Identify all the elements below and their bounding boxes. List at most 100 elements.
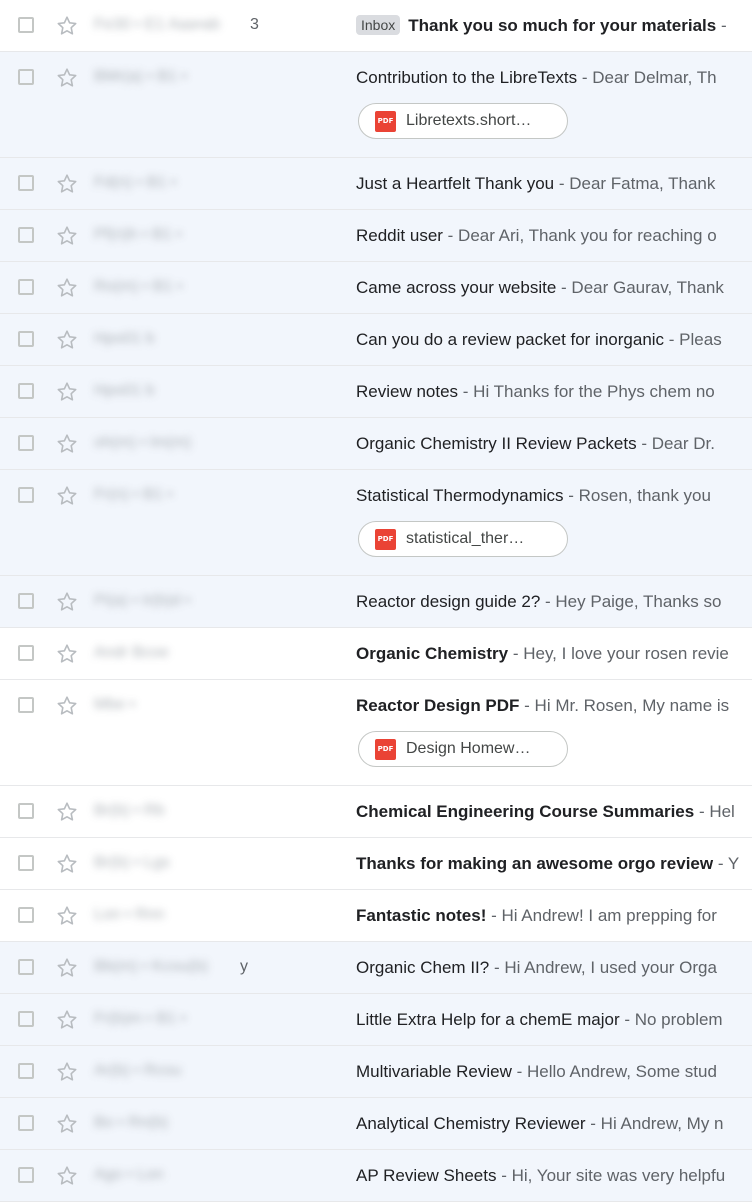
select-checkbox[interactable] [18, 383, 34, 399]
select-checkbox[interactable] [18, 331, 34, 347]
attachment-chip[interactable]: PDF Design Homew… [358, 731, 568, 767]
star-icon[interactable] [55, 852, 79, 876]
email-snippet: - Dear Fatma, Thank [554, 174, 716, 193]
select-checkbox[interactable] [18, 227, 34, 243]
select-checkbox[interactable] [18, 487, 34, 503]
email-content: Thanks for making an awesome orgo review… [356, 853, 752, 875]
star-icon[interactable] [55, 1060, 79, 1084]
email-content: Organic Chemistry II Review Packets - De… [356, 433, 752, 455]
sender-name: Bo • Rn(b) [94, 1114, 169, 1131]
select-checkbox[interactable] [18, 17, 34, 33]
select-checkbox[interactable] [18, 279, 34, 295]
star-icon[interactable] [55, 14, 79, 38]
email-content: Can you do a review packet for inorganic… [356, 329, 752, 351]
email-snippet: - Rosen, thank you [563, 486, 711, 505]
email-row[interactable]: Bb(m) • Kcou(b) y Organic Chem II? - Hi An… [0, 942, 752, 994]
select-checkbox[interactable] [18, 803, 34, 819]
email-row[interactable]: Ago • Lon AP Review Sheets - Hi, Your sit… [0, 1150, 752, 1202]
star-icon[interactable] [55, 224, 79, 248]
email-content: Multivariable Review - Hello Andrew, Som… [356, 1061, 752, 1083]
email-row[interactable]: Br(b) • Lgs Thanks for making an awesome … [0, 838, 752, 890]
email-row[interactable]: Bo • Rn(b) Analytical Chemistry Reviewer … [0, 1098, 752, 1150]
email-subject: AP Review Sheets [356, 1166, 497, 1185]
star-icon[interactable] [55, 380, 79, 404]
star-icon[interactable] [55, 328, 79, 352]
email-snippet: - Hey Paige, Thanks so [540, 592, 722, 611]
email-row[interactable]: Fd(n) • B1 • Just a Heartfelt Thank you -… [0, 158, 752, 210]
attachment-name: Libretexts.short… [406, 112, 532, 129]
email-snippet: - Hi Andrew, My n [585, 1114, 724, 1133]
select-checkbox[interactable] [18, 1167, 34, 1183]
select-checkbox[interactable] [18, 175, 34, 191]
email-row[interactable]: Pi(a) • Ir(b)d • Reactor design guide 2? … [0, 576, 752, 628]
sender-name: BMr(a) • B1 • [94, 68, 187, 85]
attachment-chip[interactable]: PDF Libretexts.short… [358, 103, 568, 139]
email-content: AP Review Sheets - Hi, Your site was ver… [356, 1165, 752, 1187]
select-checkbox[interactable] [18, 1063, 34, 1079]
sender-name: oh(m) • lm(m) [94, 434, 192, 451]
select-checkbox[interactable] [18, 697, 34, 713]
email-row[interactable]: Fr(n) • B1 • Statistical Thermodynamics -… [0, 470, 752, 576]
email-row[interactable]: Ar(b) • Rcou Multivariable Review - Hello… [0, 1046, 752, 1098]
thread-count: y [240, 958, 248, 975]
pdf-icon: PDF [375, 110, 396, 132]
email-row[interactable]: Ro(m) • B1 • Came across your website - D… [0, 262, 752, 314]
sender-name: Fr(b)m • B1 • [94, 1010, 187, 1027]
select-checkbox[interactable] [18, 959, 34, 975]
email-snippet: - Pleas [664, 330, 722, 349]
star-icon[interactable] [55, 904, 79, 928]
select-checkbox[interactable] [18, 435, 34, 451]
star-icon[interactable] [55, 1008, 79, 1032]
select-checkbox[interactable] [18, 1115, 34, 1131]
star-icon[interactable] [55, 1164, 79, 1188]
email-subject: Reddit user [356, 226, 443, 245]
email-row[interactable]: Br(b) • Rb Chemical Engineering Course Su… [0, 786, 752, 838]
inbox-label[interactable]: Inbox [356, 15, 401, 35]
email-subject: Multivariable Review [356, 1062, 512, 1081]
email-row[interactable]: Mbe • Reactor Design PDF - Hi Mr. Rosen, … [0, 680, 752, 786]
star-icon[interactable] [55, 694, 79, 718]
sender-name: Fr(n) • B1 • [94, 486, 173, 503]
select-checkbox[interactable] [18, 593, 34, 609]
email-row[interactable]: Hpo01 b Review notes - Hi Thanks for the … [0, 366, 752, 418]
star-icon[interactable] [55, 276, 79, 300]
sender-name: Bb(m) • Kcou(b) [94, 958, 209, 975]
email-row[interactable]: oh(m) • lm(m) Organic Chemistry II Review… [0, 418, 752, 470]
email-snippet: - Hi, Your site was very helpfu [496, 1166, 726, 1185]
email-subject: Organic Chem II? [356, 958, 490, 977]
email-content: Little Extra Help for a chemE major - No… [356, 1009, 752, 1031]
star-icon[interactable] [55, 590, 79, 614]
star-icon[interactable] [55, 642, 79, 666]
email-snippet: - Hello Andrew, Some stud [511, 1062, 717, 1081]
star-icon[interactable] [55, 172, 79, 196]
sender-name: Ro(m) • B1 • [94, 278, 183, 295]
email-content: Statistical Thermodynamics - Rosen, than… [356, 485, 752, 507]
select-checkbox[interactable] [18, 69, 34, 85]
select-checkbox[interactable] [18, 645, 34, 661]
email-snippet: - Dear Dr. [636, 434, 715, 453]
attachment-chip[interactable]: PDF statistical_ther… [358, 521, 568, 557]
email-row[interactable]: Andr Bcoe Organic Chemistry - Hey, I love… [0, 628, 752, 680]
email-snippet: - Y [713, 854, 740, 873]
sender-name: Lon • Rnn [94, 906, 165, 923]
email-row[interactable]: Fe30 • E1 Aaa•ab 3 Inbox Thank you so much … [0, 0, 752, 52]
star-icon[interactable] [55, 432, 79, 456]
select-checkbox[interactable] [18, 907, 34, 923]
select-checkbox[interactable] [18, 1011, 34, 1027]
email-subject: Contribution to the LibreTexts [356, 68, 578, 87]
sender-name: Ar(b) • Rcou [94, 1062, 182, 1079]
email-content: Chemical Engineering Course Summaries - … [356, 801, 752, 823]
star-icon[interactable] [55, 1112, 79, 1136]
star-icon[interactable] [55, 800, 79, 824]
star-icon[interactable] [55, 66, 79, 90]
email-row[interactable]: Fr(b)m • B1 • Little Extra Help for a che… [0, 994, 752, 1046]
star-icon[interactable] [55, 956, 79, 980]
email-snippet: - Dear Ari, Thank you for reaching o [442, 226, 717, 245]
email-row[interactable]: BMr(a) • B1 • Contribution to the LibreTe… [0, 52, 752, 158]
star-icon[interactable] [55, 484, 79, 508]
select-checkbox[interactable] [18, 855, 34, 871]
email-row[interactable]: Lon • Rnn Fantastic notes! - Hi Andrew! I… [0, 890, 752, 942]
email-subject: Just a Heartfelt Thank you [356, 174, 555, 193]
email-row[interactable]: Hpo01 b Can you do a review packet for in… [0, 314, 752, 366]
email-row[interactable]: Pf(n)h • B1 • Reddit user - Dear Ari, Tha… [0, 210, 752, 262]
